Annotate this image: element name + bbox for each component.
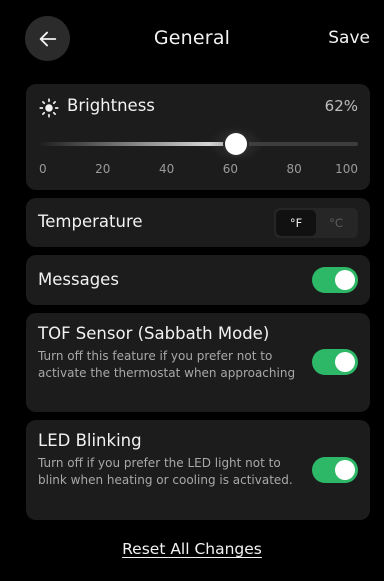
messages-toggle[interactable] [312,267,358,293]
brightness-slider-fill [38,142,237,146]
brightness-value: 62% [324,97,358,115]
toggle-knob [335,460,355,480]
brightness-tick-label: 40 [158,162,175,176]
brightness-tick-label: 100 [335,162,358,176]
brightness-slider-track[interactable] [38,142,358,146]
toggle-knob [335,270,355,290]
brightness-tick-label: 60 [222,162,239,176]
tof-sensor-title: TOF Sensor (Sabbath Mode) [38,324,270,343]
messages-card: Messages [26,255,370,305]
brightness-tick-label: 20 [95,162,111,176]
brightness-slider-thumb[interactable] [225,133,248,155]
tof-sensor-card: TOF Sensor (Sabbath Mode) Turn off this … [26,313,370,412]
temperature-label: Temperature [38,212,143,231]
brightness-scale: 0 20 40 60 80 100 [39,162,358,180]
page-title: General [153,27,231,49]
tof-sensor-toggle[interactable] [312,349,358,375]
sun-icon [39,98,59,118]
messages-label: Messages [38,270,119,289]
unit-celsius-option[interactable]: °C [316,210,356,236]
led-blinking-description: Turn off if you prefer the LED light not… [38,456,293,487]
led-blinking-toggle[interactable] [312,457,358,483]
led-blinking-card: LED Blinking Turn off if you prefer the … [26,420,370,520]
reset-all-changes-link[interactable]: Reset All Changes [0,540,384,558]
header: General Save [0,0,384,76]
brightness-tick-label: 0 [39,162,47,176]
brightness-tick-label: 80 [286,162,302,176]
brightness-card: Brightness 62% 0 20 40 60 80 100 [26,84,370,190]
tof-sensor-description: Turn off this feature if you prefer not … [38,349,296,380]
unit-fahrenheit-option[interactable]: °F [276,210,316,236]
temperature-unit-toggle: °F °C [274,208,358,238]
toggle-knob [335,352,355,372]
temperature-card: Temperature °F °C [26,198,370,247]
brightness-label: Brightness [67,96,155,115]
led-blinking-title: LED Blinking [38,431,142,450]
save-button[interactable]: Save [328,28,370,48]
